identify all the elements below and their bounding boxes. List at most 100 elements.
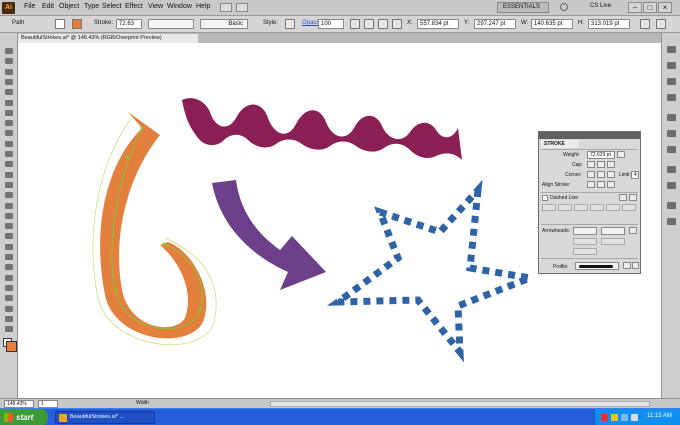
- flip-along-icon[interactable]: [623, 262, 631, 269]
- flip-across-icon[interactable]: [632, 262, 639, 269]
- menu-window[interactable]: Window: [167, 3, 192, 10]
- blob-brush-icon[interactable]: [4, 150, 14, 158]
- tray-app-icon[interactable]: [611, 414, 618, 421]
- brush-definition[interactable]: Basic: [200, 19, 248, 29]
- gradient-panel-icon[interactable]: [666, 129, 677, 138]
- arrow-align-field[interactable]: [573, 248, 597, 255]
- width-profile-select[interactable]: [575, 262, 619, 270]
- panel-menu-icon[interactable]: [656, 19, 666, 29]
- w-field[interactable]: 140.635 pt: [531, 19, 573, 29]
- menu-edit[interactable]: Edit: [42, 3, 54, 10]
- magic-wand-icon[interactable]: [4, 68, 14, 76]
- arrange-documents-icon[interactable]: [236, 3, 248, 12]
- eyedropper-icon[interactable]: [4, 253, 14, 261]
- close-button[interactable]: ×: [658, 2, 672, 13]
- end-scale-field[interactable]: [601, 238, 625, 245]
- stroke-weight-field[interactable]: 72.63: [116, 19, 142, 29]
- menu-help[interactable]: Help: [196, 3, 210, 10]
- zoom-tool-icon[interactable]: [4, 325, 14, 333]
- dash-field[interactable]: [606, 204, 620, 211]
- start-scale-field[interactable]: [573, 238, 597, 245]
- align-icon[interactable]: [364, 19, 374, 29]
- panel-title-bar[interactable]: [539, 132, 640, 139]
- hand-tool-icon[interactable]: [4, 315, 14, 323]
- round-cap-icon[interactable]: [597, 161, 605, 168]
- cs-live-label[interactable]: CS Live: [590, 3, 611, 9]
- horizontal-scrollbar[interactable]: [270, 401, 650, 407]
- selection-tool-icon[interactable]: [4, 47, 14, 55]
- orange-calligraphic-stroke[interactable]: [100, 112, 207, 339]
- graphic-style-icon[interactable]: [285, 19, 295, 29]
- align-inside-icon[interactable]: [597, 181, 605, 188]
- minimize-button[interactable]: –: [628, 2, 642, 13]
- pencil-icon[interactable]: [4, 140, 14, 148]
- anchor-point[interactable]: [198, 308, 202, 312]
- lasso-icon[interactable]: [4, 78, 14, 86]
- gradient-tool-icon[interactable]: [4, 243, 14, 251]
- dashed-line-checkbox[interactable]: [542, 195, 548, 201]
- column-graph-icon[interactable]: [4, 284, 14, 292]
- transform-reference-icon[interactable]: [392, 19, 402, 29]
- status-mode[interactable]: Width: [136, 400, 149, 406]
- symbol-sprayer-icon[interactable]: [4, 274, 14, 282]
- taskbar-item-illustrator[interactable]: BeautifulStrokes.ai* ...: [55, 411, 155, 424]
- butt-cap-icon[interactable]: [587, 161, 595, 168]
- perspective-grid-icon[interactable]: [4, 222, 14, 230]
- limit-field[interactable]: 4: [631, 171, 639, 179]
- gap-field[interactable]: [590, 204, 604, 211]
- menu-select[interactable]: Select: [102, 3, 121, 10]
- fill-swatch-icon[interactable]: [55, 19, 65, 29]
- isolate-icon[interactable]: [378, 19, 388, 29]
- anchor-point[interactable]: [140, 126, 144, 130]
- appearance-panel-icon[interactable]: [666, 165, 677, 174]
- opacity-field[interactable]: 100: [318, 19, 344, 29]
- anchor-point[interactable]: [113, 288, 117, 292]
- scale-tool-icon[interactable]: [4, 181, 14, 189]
- y-field[interactable]: 297.247 pt: [474, 19, 516, 29]
- artboards-panel-icon[interactable]: [666, 217, 677, 226]
- transparency-panel-icon[interactable]: [666, 145, 677, 154]
- stroke-swatch-icon[interactable]: [72, 19, 82, 29]
- x-field[interactable]: 557.834 pt: [417, 19, 459, 29]
- type-tool-icon[interactable]: [4, 99, 14, 107]
- gap-field[interactable]: [622, 204, 636, 211]
- projecting-cap-icon[interactable]: [607, 161, 615, 168]
- start-button[interactable]: start: [0, 409, 48, 425]
- weight-dropdown-icon[interactable]: [617, 151, 625, 158]
- search-icon[interactable]: [560, 3, 568, 11]
- rotate-tool-icon[interactable]: [4, 171, 14, 179]
- swap-arrowheads-icon[interactable]: [629, 227, 637, 234]
- rectangle-tool-icon[interactable]: [4, 119, 14, 127]
- wave-stroke[interactable]: [182, 98, 462, 160]
- width-tool-icon[interactable]: [4, 191, 14, 199]
- dash-field[interactable]: [542, 204, 556, 211]
- graphic-styles-panel-icon[interactable]: [666, 181, 677, 190]
- align-outside-icon[interactable]: [607, 181, 615, 188]
- gap-field[interactable]: [558, 204, 572, 211]
- h-field[interactable]: 313.019 pt: [588, 19, 630, 29]
- mesh-tool-icon[interactable]: [4, 232, 14, 240]
- miter-join-icon[interactable]: [587, 171, 595, 178]
- zoom-field[interactable]: 148.43%: [4, 400, 34, 408]
- round-join-icon[interactable]: [597, 171, 605, 178]
- line-tool-icon[interactable]: [4, 109, 14, 117]
- variable-width-profile[interactable]: [148, 19, 194, 29]
- stroke-color-icon[interactable]: [6, 341, 17, 352]
- maximize-button[interactable]: □: [643, 2, 657, 13]
- dash-align-corners-icon[interactable]: [619, 194, 627, 201]
- document-tab[interactable]: BeautifulStrokes.ai* @ 148.43% (RGB/Over…: [18, 34, 198, 43]
- tray-app-icon[interactable]: [601, 414, 608, 421]
- bevel-join-icon[interactable]: [607, 171, 615, 178]
- stroke-panel-icon[interactable]: [666, 113, 677, 122]
- menu-file[interactable]: File: [24, 3, 35, 10]
- width-point[interactable]: [125, 155, 129, 159]
- stroke-panel-tab[interactable]: STROKE: [541, 140, 579, 148]
- brushes-panel-icon[interactable]: [666, 77, 677, 86]
- end-arrowhead-select[interactable]: [601, 227, 625, 235]
- transform-options-icon[interactable]: [640, 19, 650, 29]
- artboard-number-field[interactable]: 1: [38, 400, 58, 408]
- align-center-icon[interactable]: [587, 181, 595, 188]
- free-transform-icon[interactable]: [4, 202, 14, 210]
- workspace-switcher[interactable]: ESSENTIALS: [497, 2, 549, 13]
- layers-panel-icon[interactable]: [666, 201, 677, 210]
